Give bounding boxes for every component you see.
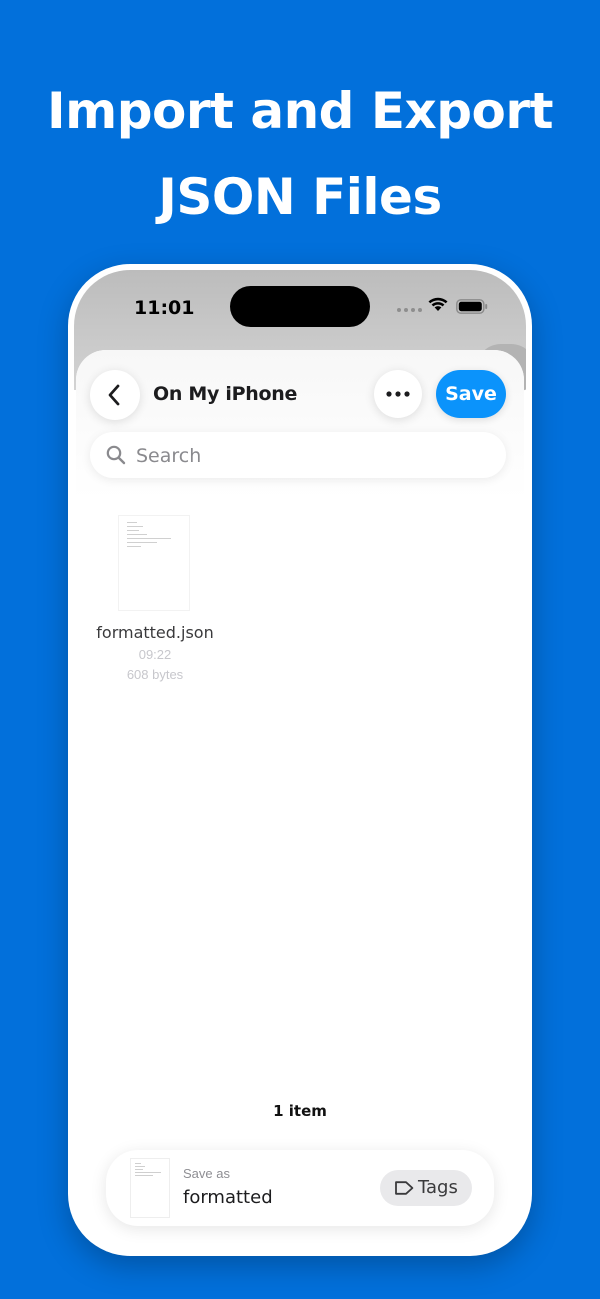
headline-line-2: JSON Files [158,168,442,226]
more-options-button[interactable] [374,370,422,418]
file-name: formatted.json [96,623,214,642]
save-button[interactable]: Save [436,370,506,418]
headline: Import and Export JSON Files [0,68,600,240]
location-title: On My iPhone [153,383,298,405]
file-time: 09:22 [138,647,172,662]
file-size: 608 bytes [126,667,184,682]
file-thumbnail [118,515,190,611]
search-bar[interactable] [90,432,506,480]
tags-label: Tags [418,1177,458,1198]
search-icon [106,445,126,465]
filename-input[interactable] [183,1184,363,1210]
dynamic-island [230,286,370,327]
save-sheet: On My iPhone Save Search formatted.json … [76,350,524,1250]
save-file-thumbnail [130,1158,170,1218]
save-as-label: Save as [183,1166,230,1181]
ellipsis-icon [386,391,410,397]
status-time: 11:01 [134,297,195,319]
wifi-icon [428,297,448,311]
headline-line-1: Import and Export [47,82,553,140]
item-count: 1 item [273,1102,327,1120]
save-as-panel: Save as Tags [106,1150,494,1226]
signal-dots-icon [397,308,422,312]
file-item[interactable]: formatted.json 09:22 608 bytes [90,515,220,685]
status-bar: 11:01 [74,270,526,350]
back-button[interactable] [90,370,140,420]
tags-button[interactable]: Tags [380,1170,472,1206]
phone-screen: 11:01 On My iPhone Save Search formatted… [74,270,526,1250]
phone-frame: 11:01 On My iPhone Save Search formatted… [68,264,532,1256]
battery-icon [456,299,488,314]
tag-icon [395,1181,414,1195]
search-input[interactable] [134,432,498,480]
chevron-left-icon [108,384,120,406]
